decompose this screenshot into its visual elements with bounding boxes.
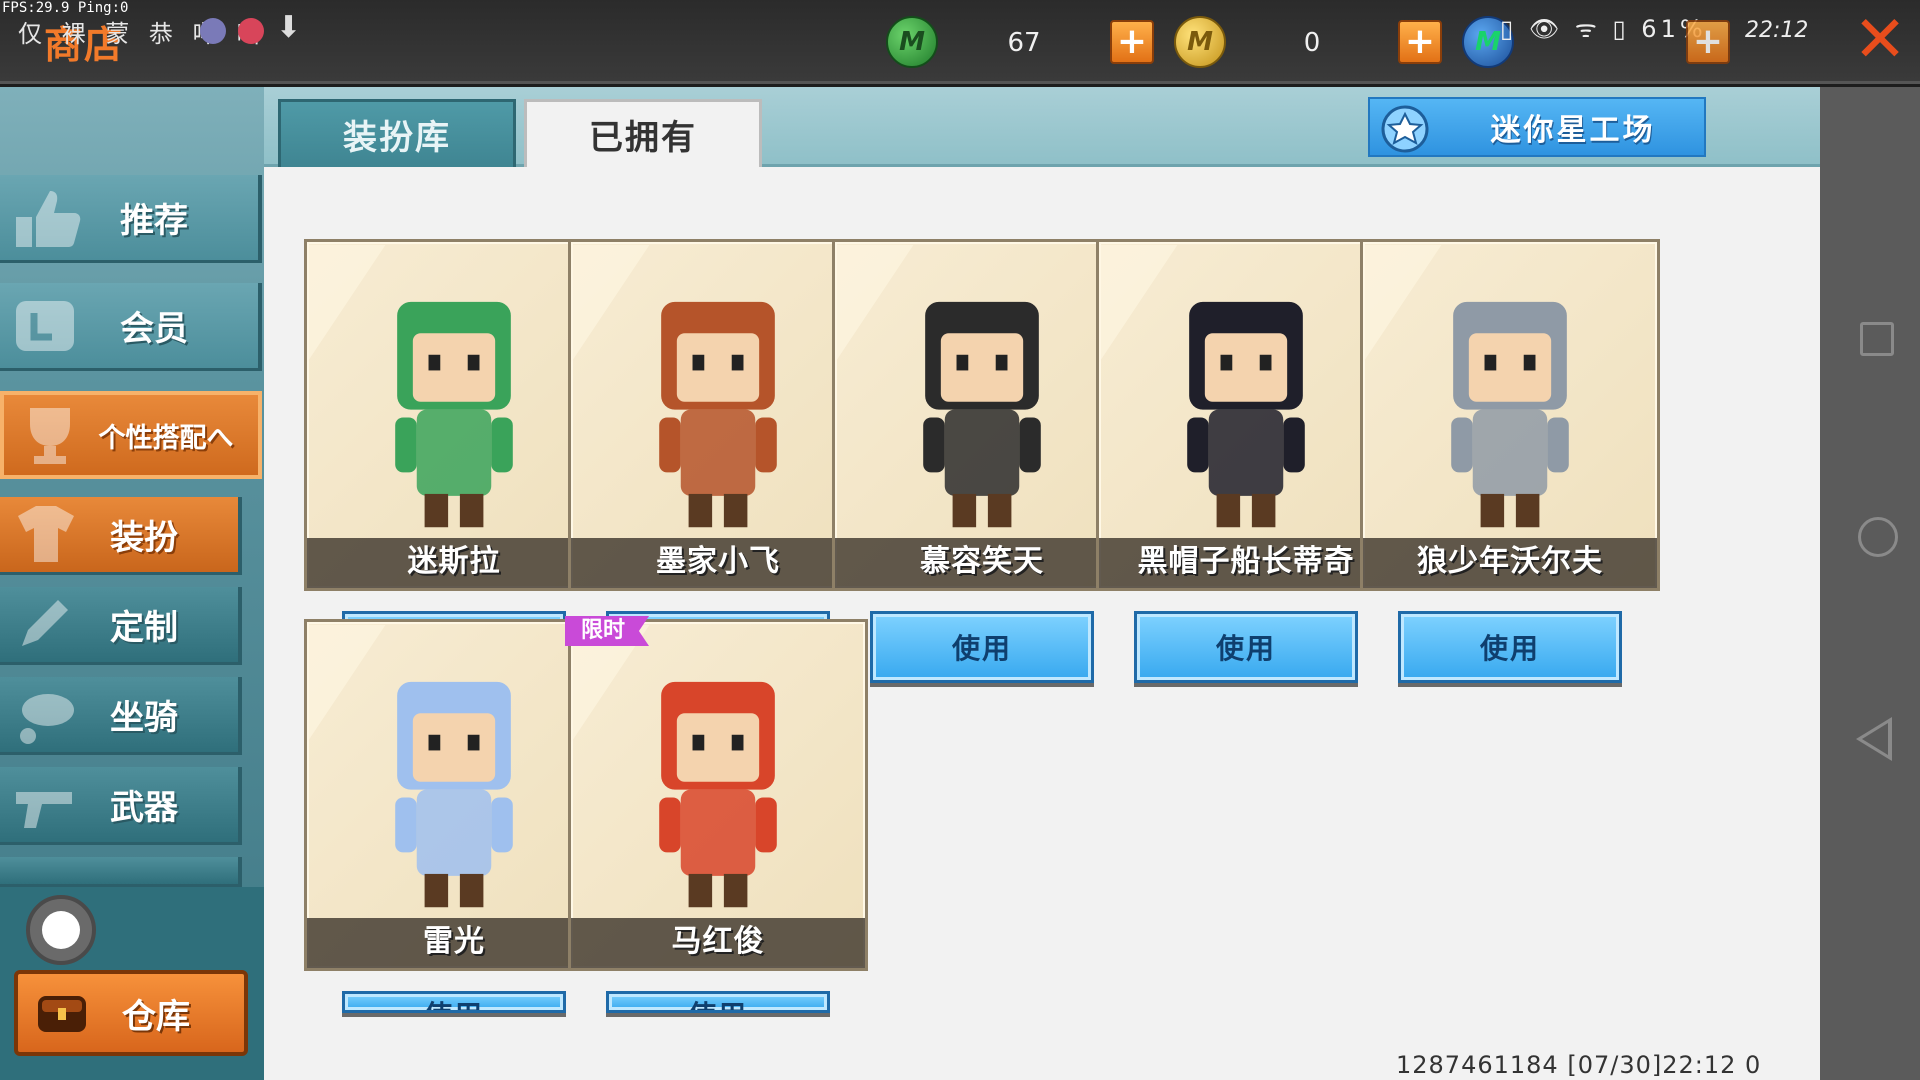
recent-apps-icon[interactable] — [1860, 322, 1894, 356]
mini-workshop-label: 迷你星工场 — [1490, 113, 1656, 148]
status-icons-right: ▯ 👁 ᯤ ▯ 61% — [1500, 15, 1707, 43]
sidebar-item-mount[interactable]: 坐骑 — [0, 677, 242, 755]
skin-card[interactable]: 狼少年沃尔夫 — [1360, 239, 1660, 591]
sidebar-item-more[interactable] — [0, 857, 242, 887]
build-info: 1287461184 [07/30]22:12 0 [58]1.16.0 — [1396, 1051, 1762, 1080]
sidebar-item-label: 会员 — [120, 309, 188, 349]
skin-card[interactable]: 迷斯拉 — [304, 239, 604, 591]
skin-character-image — [1363, 245, 1569, 528]
skin-card[interactable]: 雷光 — [304, 619, 604, 971]
mini-coin-amount: 0 — [1303, 28, 1321, 58]
use-button[interactable]: 使用 — [342, 991, 566, 1013]
skin-character-image — [307, 245, 513, 528]
status-icons-left: 仅 裸 蒙 恭 哔 叫 — [18, 20, 267, 48]
sidebar-item-weapon[interactable]: 武器 — [0, 767, 242, 845]
skin-character-image — [307, 625, 513, 908]
limited-badge: 限时 — [565, 616, 650, 646]
sidebar-item-member[interactable]: 会员 — [0, 283, 262, 371]
fps-readout: FPS:29.9 Ping:0 — [2, 0, 129, 16]
use-button[interactable]: 使用 — [870, 611, 1094, 683]
skin-name: 慕容笑天 — [835, 538, 1129, 588]
star-badge-icon — [1381, 105, 1429, 153]
system-nav-bar — [1820, 87, 1920, 1080]
sidebar-item-dressup[interactable]: 装扮 — [0, 497, 242, 575]
app-icon-1 — [200, 18, 226, 44]
use-button[interactable]: 使用 — [1134, 611, 1358, 683]
back-icon[interactable] — [1856, 717, 1892, 761]
tab-bar: 装扮库 已拥有 迷你星工场 — [264, 87, 1820, 167]
skin-character-image — [835, 245, 1041, 528]
skin-card[interactable]: 马红俊 限时 — [565, 616, 868, 971]
sidebar-item-label: 个性搭配へ — [98, 422, 234, 454]
clock: 22:12 — [1745, 18, 1809, 43]
sidebar-item-label: 武器 — [110, 788, 178, 828]
close-icon[interactable]: ✕ — [1850, 8, 1910, 72]
skin-character-image — [1099, 245, 1305, 528]
skin-card[interactable]: 黑帽子船长蒂奇 — [1096, 239, 1396, 591]
add-mini-bean-button[interactable]: + — [1110, 20, 1154, 64]
warehouse-label: 仓库 — [122, 996, 190, 1037]
skin-card[interactable]: 慕容笑天 — [832, 239, 1132, 591]
skin-character-image — [571, 625, 777, 908]
sidebar-item-custom[interactable]: 定制 — [0, 587, 242, 665]
add-mini-coin-button[interactable]: + — [1398, 20, 1442, 64]
warehouse-button[interactable]: 仓库 — [14, 970, 248, 1056]
main-panel: 装扮库 已拥有 迷你星工场 迷斯拉使用墨家小飞使用慕容笑天使用黑帽子船长蒂奇使用… — [264, 87, 1820, 1080]
skin-card[interactable]: 墨家小飞 — [568, 239, 868, 591]
mini-workshop-button[interactable]: 迷你星工场 — [1368, 97, 1706, 157]
download-icon: ⬇ — [276, 10, 302, 45]
mini-bean-icon: M — [886, 16, 938, 68]
app-icon-2 — [238, 18, 264, 44]
chest-icon — [38, 996, 86, 1032]
sidebar-item-label: 推荐 — [120, 201, 188, 241]
skin-name: 马红俊 — [571, 918, 865, 968]
mini-coin-icon: M — [1174, 16, 1226, 68]
sidebar-item-recommend[interactable]: 推荐 — [0, 175, 262, 263]
top-bar: 商店 仅 裸 蒙 恭 哔 叫 FPS:29.9 Ping:0 ⬇ M 67 + … — [0, 0, 1920, 84]
home-icon[interactable] — [1858, 517, 1898, 557]
sidebar-item-label: 定制 — [110, 608, 178, 648]
skin-name: 黑帽子船长蒂奇 — [1099, 538, 1393, 588]
use-button[interactable]: 使用 — [1398, 611, 1622, 683]
sidebar-item-label: 坐骑 — [110, 698, 178, 738]
skin-name: 迷斯拉 — [307, 538, 601, 588]
sidebar-item-personal-style[interactable]: 个性搭配へ — [0, 391, 262, 479]
add-star-coin-button[interactable]: + — [1686, 20, 1730, 64]
floating-assist-button[interactable] — [26, 895, 96, 965]
skin-name: 雷光 — [307, 918, 601, 968]
skin-character-image — [571, 245, 777, 528]
use-button[interactable]: 使用 — [606, 991, 830, 1013]
tab-wardrobe[interactable]: 装扮库 — [278, 99, 516, 167]
tab-owned[interactable]: 已拥有 — [524, 99, 762, 167]
sidebar-item-label: 装扮 — [110, 518, 178, 558]
skin-name: 狼少年沃尔夫 — [1363, 538, 1657, 588]
mini-bean-amount: 67 — [1007, 28, 1041, 58]
game-shop-screen: { "statusbar": { "fps": "FPS:29.9 Ping:0… — [0, 0, 1920, 1080]
skin-name: 墨家小飞 — [571, 538, 865, 588]
skin-grid: 迷斯拉使用墨家小飞使用慕容笑天使用黑帽子船长蒂奇使用狼少年沃尔夫使用雷光使用马红… — [264, 167, 1820, 1027]
